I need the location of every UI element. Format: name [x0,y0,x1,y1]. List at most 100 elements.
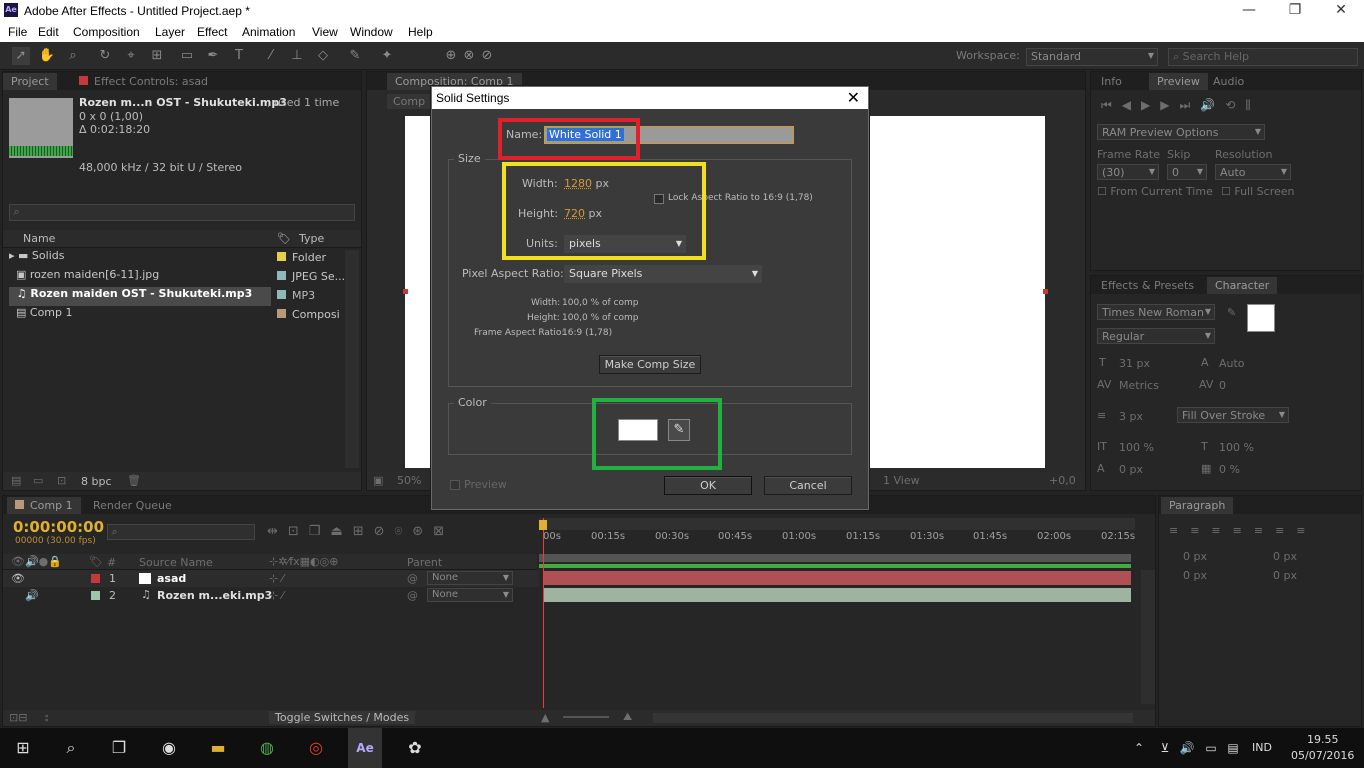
layer-name[interactable]: Rozen m...eki.mp3 [157,589,272,602]
zoom-dropdown[interactable]: 50% [397,474,421,487]
type-tool-icon[interactable]: T [230,47,248,65]
list-item[interactable]: ▸ ▬ Solids Folder [9,249,359,268]
restore-icon[interactable]: ❐ [1272,2,1318,18]
zoom-out-icon[interactable]: ▲ [541,711,549,724]
chevron-up-icon[interactable]: ⌃ [1126,736,1152,760]
indent-left-value[interactable]: 0 px [1183,550,1207,563]
hand-tool-icon[interactable]: ✋ [38,47,56,65]
list-item-selected[interactable]: ♫ Rozen maiden OST - Shukuteki.mp3 [9,287,271,306]
interpret-footage-icon[interactable]: ▤ [11,474,21,487]
pickwhip-icon[interactable]: @ [407,572,418,585]
brush-tool-icon[interactable]: ⁄ [262,47,280,65]
visibility-eye-icon[interactable]: 👁 [11,572,25,585]
col-source-name[interactable]: Source Name [139,556,213,569]
minimize-icon[interactable]: — [1226,2,1272,18]
bpc-toggle[interactable]: 8 bpc [81,475,112,488]
current-timecode[interactable]: 0:00:00:00 [13,518,104,536]
axis-view-icon[interactable]: ⊘ [478,47,496,65]
view-layout-dropdown[interactable]: 1 View [883,474,920,487]
eraser-tool-icon[interactable]: ◇ [314,47,332,65]
zoom-tool-icon[interactable]: ⌕ [64,47,82,65]
tab-comp1[interactable]: Comp 1 [7,497,81,514]
axis-local-icon[interactable]: ⊕ [442,47,460,65]
timeline-switches[interactable]: ⇹⊡❒⏏⊞⊘⌾⊛⊠ [267,524,454,539]
vertical-scale-value[interactable]: 100 % [1119,441,1154,454]
zoom-slider[interactable] [563,716,609,718]
paint-app-icon[interactable]: ✿ [402,736,428,760]
stroke-width-value[interactable]: 3 px [1119,410,1143,423]
menu-effect[interactable]: Effect [197,25,227,39]
work-area-bar[interactable] [539,518,1135,530]
comp-subtab[interactable]: Comp [387,94,432,109]
resolution-dropdown[interactable]: Auto ▼ [1215,164,1291,180]
list-item[interactable]: ▣ rozen maiden[6-11].jpg JPEG Se... [9,268,359,287]
search-help-input[interactable]: ⌕ Search Help [1168,48,1358,66]
frame-blend-icon[interactable]: ⦂ [45,711,48,725]
notification-icon[interactable]: ▤ [1220,736,1246,760]
cancel-button[interactable]: Cancel [764,476,852,495]
shy-switch-icon[interactable]: ⊹ ⁄ [269,572,284,585]
ram-preview-dropdown[interactable]: RAM Preview Options ▼ [1097,124,1265,140]
shy-switch-icon[interactable]: ⊹ ⁄ [269,589,284,602]
tab-project[interactable]: Project [3,73,57,90]
roto-brush-tool-icon[interactable]: ✎ [346,47,364,65]
current-time-indicator[interactable] [543,518,544,708]
par-dropdown[interactable]: Square Pixels ▼ [564,265,762,283]
col-type[interactable]: Type [299,232,324,245]
volume-icon[interactable]: 🔊 [1174,736,1200,760]
pickwhip-icon[interactable]: @ [407,589,418,602]
tab-effects-presets[interactable]: Effects & Presets [1093,277,1202,294]
rectangle-tool-icon[interactable]: ▭ [178,47,196,65]
close-icon[interactable]: ✕ [847,88,860,108]
clock-date[interactable]: 05/07/2016 [1291,749,1354,762]
clone-stamp-tool-icon[interactable]: ⊥ [288,47,306,65]
layer-bar-audio[interactable] [543,588,1131,602]
zoom-in-icon[interactable]: ⛰ [623,710,632,724]
search-icon[interactable]: ⌕ [58,736,84,760]
after-effects-taskbar-icon[interactable]: Ae [348,728,382,768]
puppet-tool-icon[interactable]: ✦ [378,47,396,65]
stroke-mode-dropdown[interactable]: Fill Over Stroke ▼ [1177,407,1289,423]
menu-composition[interactable]: Composition [73,25,140,39]
space-after-value[interactable]: 0 px [1273,569,1297,582]
canvas-handle[interactable] [403,289,408,294]
indent-right-value[interactable]: 0 px [1273,550,1297,563]
workspace-dropdown[interactable]: Standard ▼ [1026,48,1158,66]
always-preview-icon[interactable]: ▣ [373,474,383,487]
frame-rate-dropdown[interactable]: (30) ▼ [1097,164,1159,180]
menu-help[interactable]: Help [408,25,433,39]
trash-icon[interactable]: 🗑 [127,474,141,487]
font-family-dropdown[interactable]: Times New Roman ▼ [1097,304,1215,320]
tab-character[interactable]: Character [1207,277,1278,294]
menu-file[interactable]: File [8,25,27,39]
menu-window[interactable]: Window [350,25,393,39]
new-comp-icon[interactable]: ⊡ [57,474,66,487]
tab-render-queue[interactable]: Render Queue [85,497,180,514]
tab-preview[interactable]: Preview [1149,73,1208,90]
make-comp-size-button[interactable]: Make Comp Size [599,355,701,374]
leading-value[interactable]: Auto [1219,357,1245,370]
windows-start-icon[interactable]: ⊞ [10,736,36,760]
font-size-value[interactable]: 31 px [1119,357,1150,370]
close-icon[interactable]: ✕ [1318,2,1364,18]
comp-flowchart-icon[interactable]: ⊡⊟ [9,711,27,724]
menu-view[interactable]: View [312,25,338,39]
browser-app-icon[interactable]: ◍ [254,736,280,760]
first-line-indent-value[interactable]: 0 px [1183,569,1207,582]
font-style-dropdown[interactable]: Regular ▼ [1097,328,1215,344]
alignment-buttons[interactable]: ≡≡≡≡≡≡≡ [1169,524,1318,537]
expand-arrow-icon[interactable]: ▸ [9,249,18,262]
work-area-range[interactable] [539,554,1131,562]
col-parent[interactable]: Parent [407,556,442,569]
toggle-switches-modes-button[interactable]: Toggle Switches / Modes [269,711,416,724]
eyedropper-icon[interactable]: ✎ [1227,306,1236,319]
parent-dropdown[interactable]: None ▼ [427,588,513,602]
layer-label-swatch[interactable] [91,591,100,600]
playback-controls[interactable]: ⏮◀▶▶⏭🔊⟲⫼ [1101,98,1261,113]
timeline-scrollbar[interactable] [1141,570,1155,704]
kerning-value[interactable]: Metrics [1119,379,1159,392]
tracking-value[interactable]: 0 [1219,379,1226,392]
chrome-icon[interactable]: ◎ [303,736,329,760]
tab-effect-controls[interactable]: Effect Controls: asad [71,73,216,90]
tsume-value[interactable]: 0 % [1219,463,1240,476]
